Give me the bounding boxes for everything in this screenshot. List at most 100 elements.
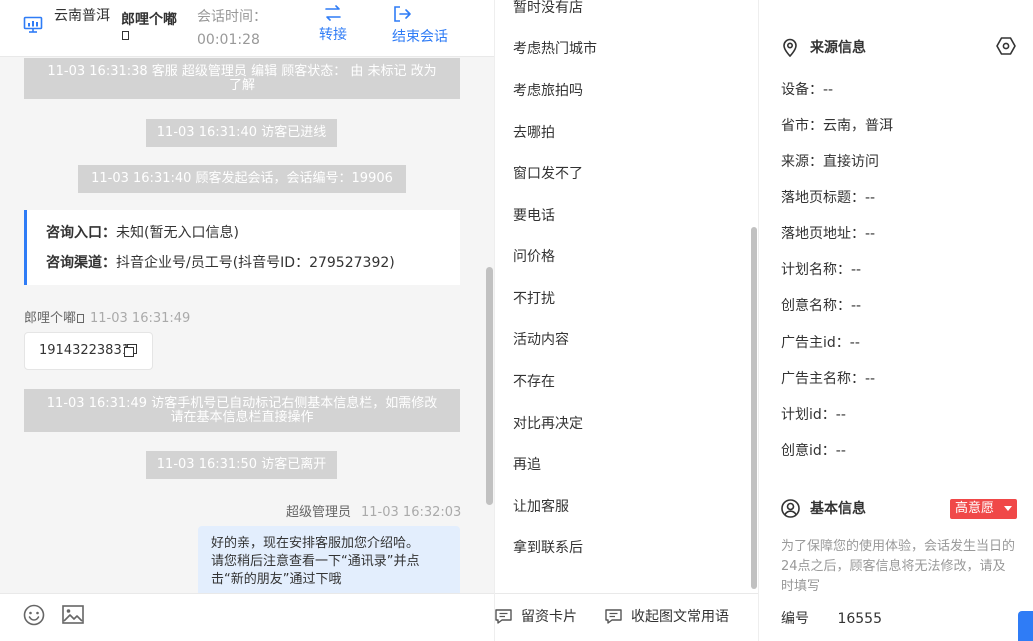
message-list[interactable]: 11-03 16:31:38 客服 超级管理员 编辑 顾客状态： 由 未标记 改… xyxy=(0,57,494,593)
system-message: 11-03 16:31:40 顾客发起会话，会话编号：19906 xyxy=(78,165,406,193)
lead-card-button[interactable]: 留资卡片 xyxy=(495,607,577,627)
image-icon[interactable] xyxy=(62,605,84,624)
location-pin-icon xyxy=(783,38,797,57)
quick-reply-item[interactable]: 不打扰 xyxy=(513,289,555,309)
quick-reply-panel: 暂时没有店 考虑热门城市 考虑旅拍吗 去哪拍 窗口发不了 要电话 问价格 不打扰… xyxy=(494,0,759,641)
end-session-button[interactable]: 结束会话 xyxy=(392,5,448,47)
quick-reply-item[interactable]: 窗口发不了 xyxy=(513,164,583,184)
toggle-favorites-button[interactable]: 收起图文常用语 xyxy=(605,607,729,627)
agent-message-meta: 超级管理员 11-03 16:32:03 xyxy=(286,501,461,520)
field-label: 计划名称： xyxy=(781,262,851,278)
quick-reply-item[interactable]: 问价格 xyxy=(513,247,555,267)
sender-glyph xyxy=(77,314,85,323)
quick-reply-item[interactable]: 拿到联系后 xyxy=(513,538,583,558)
copy-icon[interactable] xyxy=(124,344,137,357)
quick-reply-scrollbar[interactable] xyxy=(751,227,757,589)
system-message-line: 11-03 16:31:49 访客手机号已自动标记右侧基本信息栏，如需修改 xyxy=(46,395,438,411)
system-message-line: 了解 xyxy=(228,77,255,93)
logout-icon xyxy=(394,6,411,22)
agent-message-bubble[interactable]: 好的亲，现在安排客服加您介绍哈。 请您稍后注意查看一下“通讯录”并点 击“新的朋… xyxy=(198,526,460,593)
message-sender: 郎哩个嘟 xyxy=(24,311,77,326)
basic-info-title: 基本信息 xyxy=(810,501,866,517)
field-label: 编号 xyxy=(781,611,809,627)
quick-footer-divider xyxy=(495,593,759,594)
field-label: 省市： xyxy=(781,118,823,134)
message-time: 11-03 16:32:03 xyxy=(361,505,462,520)
channel-row: 咨询渠道：抖音企业号/员工号(抖音号ID：279527392) xyxy=(46,252,395,272)
field-label: 广告主id： xyxy=(781,335,850,351)
customer-id-row: 编号 16555 xyxy=(781,609,882,629)
chat-toolbar xyxy=(0,593,494,641)
field-value: 直接访问 xyxy=(823,154,879,170)
system-message-line: 11-03 16:31:38 客服 超级管理员 编辑 顾客状态： 由 未标记 改… xyxy=(47,63,437,79)
field-label: 来源： xyxy=(781,154,823,170)
source-device-row: 设备：-- xyxy=(781,80,833,100)
field-label: 创意id： xyxy=(781,443,836,459)
field-value: -- xyxy=(865,226,876,242)
channel-label: 咨询渠道： xyxy=(46,255,116,271)
plan-id-row: 计划id：-- xyxy=(781,405,846,425)
chat-scrollbar[interactable] xyxy=(486,267,493,505)
visitor-message-bubble[interactable]: 19143223831 xyxy=(24,332,153,370)
monitor-icon xyxy=(23,16,43,38)
intent-badge[interactable]: 高意愿 xyxy=(950,499,1017,519)
entry-info-card: 咨询入口：未知(暂无入口信息) 咨询渠道：抖音企业号/员工号(抖音号ID：279… xyxy=(24,210,460,285)
customer-info-panel: 来源信息 设备：-- 省市：云南，普洱 来源：直接访问 落地页标题：-- 落地页… xyxy=(758,0,1033,641)
visitor-message-meta: 郎哩个嘟 11-03 16:31:49 xyxy=(24,307,190,326)
message-text-line: 请您稍后注意查看一下“通讯录”并点 xyxy=(211,554,420,569)
quick-reply-item[interactable]: 让加客服 xyxy=(513,497,569,517)
toggle-favorites-label: 收起图文常用语 xyxy=(631,609,729,625)
quick-reply-item[interactable]: 再追 xyxy=(513,455,541,475)
system-message: 11-03 16:31:50 访客已离开 xyxy=(146,451,337,479)
plan-name-row: 计划名称：-- xyxy=(781,260,861,280)
system-message-line: 请在基本信息栏直接操作 xyxy=(170,409,314,425)
chat-header: 云南普洱 郎哩个嘟 会话时间： 00:01:28 转接 结束会话 xyxy=(0,0,494,57)
field-value: -- xyxy=(835,407,846,423)
field-value: -- xyxy=(851,298,862,314)
quick-reply-item[interactable]: 对比再决定 xyxy=(513,414,583,434)
field-value: -- xyxy=(823,82,834,98)
entry-row: 咨询入口：未知(暂无入口信息) xyxy=(46,222,239,242)
end-session-label: 结束会话 xyxy=(392,29,448,45)
quick-reply-item[interactable]: 考虑旅拍吗 xyxy=(513,81,583,101)
edit-notice: 为了保障您的使用体验，会话发生当日的24点之后，顾客信息将无法修改，请及时填写 xyxy=(781,539,1016,594)
quick-reply-item[interactable]: 去哪拍 xyxy=(513,123,555,143)
visitor-location: 云南普洱 xyxy=(54,8,110,24)
field-value: -- xyxy=(849,335,860,351)
quick-reply-item[interactable]: 不存在 xyxy=(513,372,555,392)
session-time-label: 会话时间： xyxy=(197,9,267,25)
quick-reply-item[interactable]: 考虑热门城市 xyxy=(513,39,597,59)
settings-hex-icon[interactable] xyxy=(996,37,1016,55)
quick-reply-item[interactable]: 要电话 xyxy=(513,206,555,226)
message-text: 19143223831 xyxy=(39,343,130,358)
creative-id-row: 创意id：-- xyxy=(781,441,846,461)
transfer-label: 转接 xyxy=(319,27,347,43)
advertiser-id-row: 广告主id：-- xyxy=(781,333,860,353)
quick-reply-item[interactable]: 暂时没有店 xyxy=(513,0,583,18)
advertiser-name-row: 广告主名称：-- xyxy=(781,369,875,389)
field-label: 计划id： xyxy=(781,407,836,423)
emoji-icon[interactable] xyxy=(23,604,45,626)
source-origin-row: 来源：直接访问 xyxy=(781,152,879,172)
caret-down-icon xyxy=(1004,506,1012,511)
field-label: 落地页标题： xyxy=(781,190,865,206)
field-value: -- xyxy=(835,443,846,459)
entry-label: 咨询入口： xyxy=(46,225,116,241)
message-list-icon xyxy=(605,609,622,624)
user-circle-icon xyxy=(781,499,800,518)
quick-reply-item[interactable]: 活动内容 xyxy=(513,330,569,350)
message-sender: 超级管理员 xyxy=(286,505,352,520)
field-label: 落地页地址： xyxy=(781,226,865,242)
transfer-button[interactable]: 转接 xyxy=(319,5,347,45)
field-label: 创意名称： xyxy=(781,298,851,314)
message-time: 11-03 16:31:49 xyxy=(90,311,191,326)
transfer-icon xyxy=(325,5,341,21)
landing-title-row: 落地页标题：-- xyxy=(781,188,875,208)
source-city-row: 省市：云南，普洱 xyxy=(781,116,893,136)
visitor-name-glyph xyxy=(122,31,129,40)
floating-side-tab[interactable] xyxy=(1018,611,1033,641)
system-message: 11-03 16:31:49 访客手机号已自动标记右侧基本信息栏，如需修改 请在… xyxy=(24,389,460,432)
source-info-title: 来源信息 xyxy=(810,40,866,56)
field-label: 广告主名称： xyxy=(781,371,865,387)
landing-url-row: 落地页地址：-- xyxy=(781,224,875,244)
